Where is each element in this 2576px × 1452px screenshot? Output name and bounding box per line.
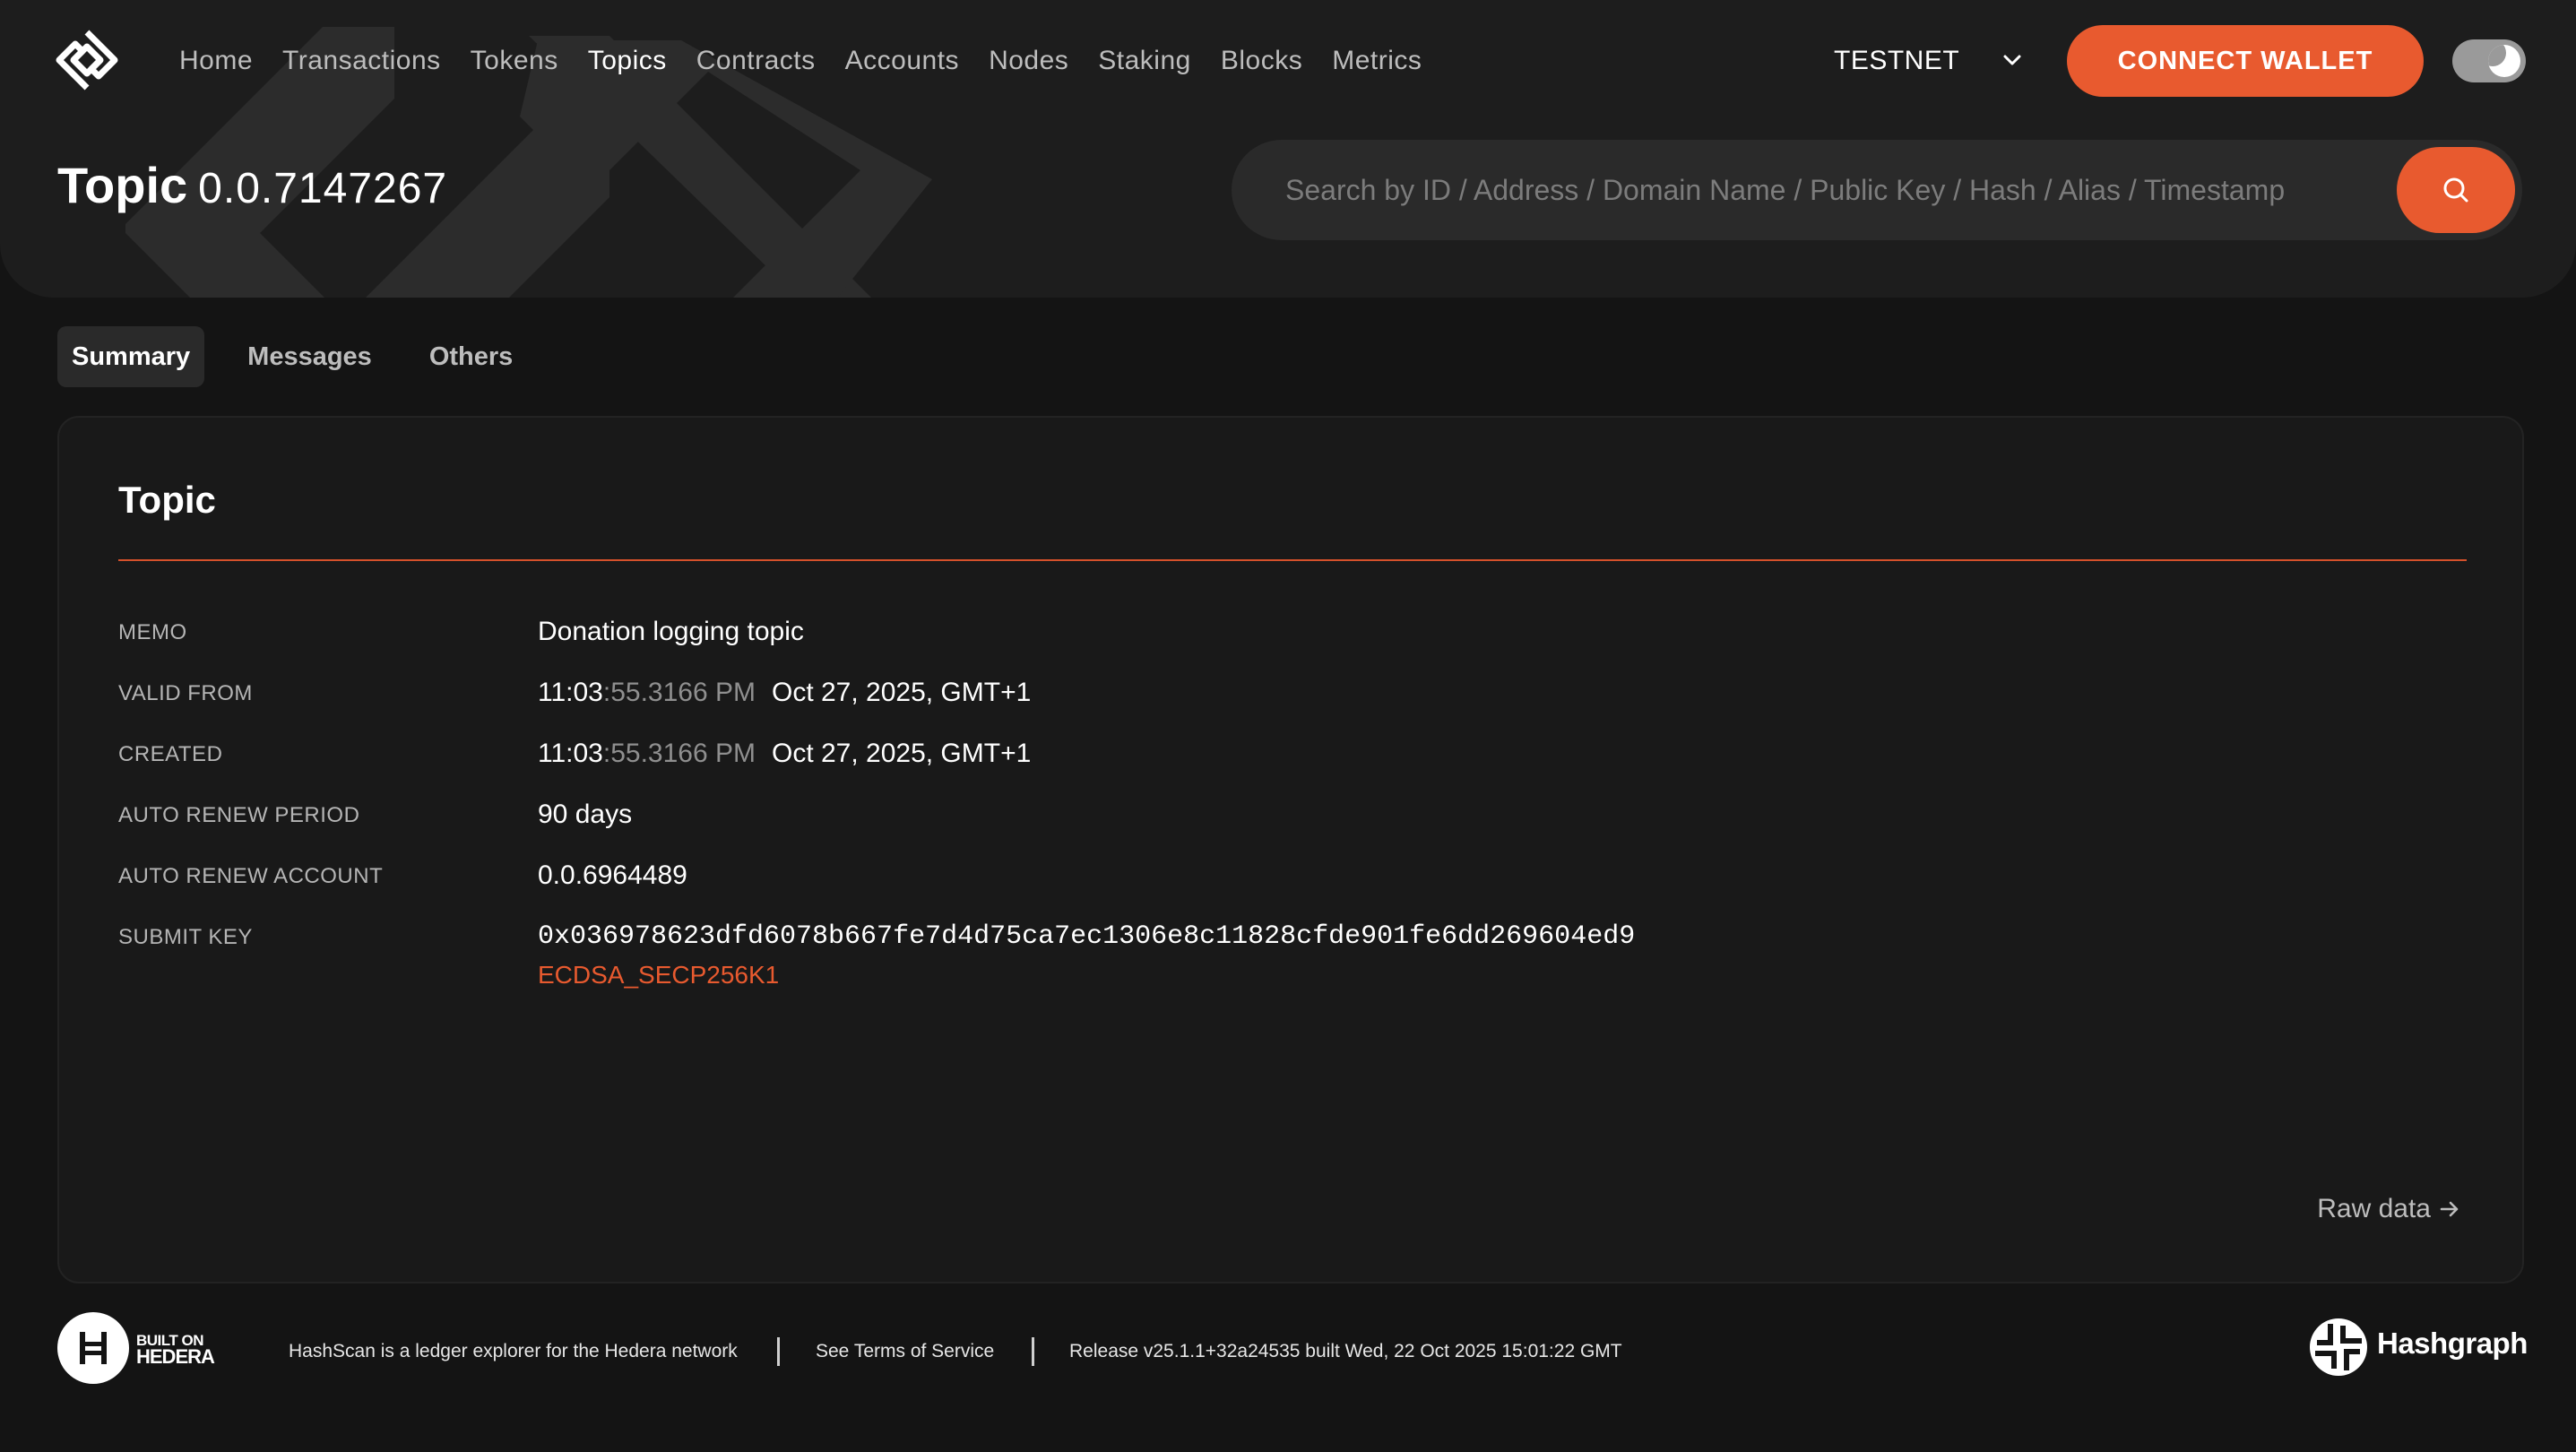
terms-link[interactable]: See Terms of Service xyxy=(816,1341,994,1362)
nav-staking[interactable]: Staking xyxy=(1098,39,1191,82)
topic-tabs: Summary Messages Others xyxy=(57,326,556,387)
card-title: Topic xyxy=(118,479,216,521)
tab-others[interactable]: Others xyxy=(415,326,527,387)
card-divider xyxy=(118,559,2467,561)
property-label: AUTO RENEW PERIOD xyxy=(118,803,360,827)
search-input[interactable] xyxy=(1285,140,2361,240)
property-label: CREATED xyxy=(118,742,223,766)
nav-topics[interactable]: Topics xyxy=(588,39,667,82)
auto-renew-account-link[interactable]: 0.0.6964489 xyxy=(538,860,687,891)
nav-nodes[interactable]: Nodes xyxy=(989,39,1068,82)
property-label: AUTO RENEW ACCOUNT xyxy=(118,864,384,888)
auto-renew-period-value: 90 days xyxy=(538,799,633,829)
network-selector[interactable]: TESTNET xyxy=(1834,39,1959,82)
time-fraction: :55.3166 PM xyxy=(602,678,756,707)
property-label: SUBMIT KEY xyxy=(118,925,253,949)
hashgraph-logo-icon[interactable] xyxy=(2309,1318,2368,1377)
property-label: VALID FROM xyxy=(118,681,253,705)
raw-data-label: Raw data xyxy=(2317,1194,2431,1223)
created-value: 11:03:55.3166 PM Oct 27, 2025, GMT+1 xyxy=(538,739,1031,769)
valid-from-value: 11:03:55.3166 PM Oct 27, 2025, GMT+1 xyxy=(538,678,1031,708)
time-main: 11:03 xyxy=(538,678,603,707)
nav-metrics[interactable]: Metrics xyxy=(1332,39,1422,82)
topic-id: 0.0.7147267 xyxy=(198,165,448,212)
page-title: Topic 0.0.7147267 xyxy=(57,154,447,220)
nav-contracts[interactable]: Contracts xyxy=(696,39,816,82)
time-fraction: :55.3166 PM xyxy=(602,739,756,768)
date-value: Oct 27, 2025, GMT+1 xyxy=(771,678,1032,707)
hedera-label: HEDERA xyxy=(136,1345,215,1368)
time-main: 11:03 xyxy=(538,739,603,768)
property-label: MEMO xyxy=(118,620,187,644)
page-title-label: Topic xyxy=(57,157,188,213)
key-type-badge: ECDSA_SECP256K1 xyxy=(538,961,780,989)
connect-wallet-button[interactable]: CONNECT WALLET xyxy=(2067,25,2424,97)
nav-home[interactable]: Home xyxy=(179,39,253,82)
search-button[interactable] xyxy=(2397,147,2515,233)
built-on-hedera-text: BUILT ON HEDERA xyxy=(136,1333,215,1368)
release-info: Release v25.1.1+32a24535 built Wed, 22 O… xyxy=(1069,1341,1622,1361)
chevron-down-icon[interactable] xyxy=(2001,50,2024,70)
submit-key-value: 0x036978623dfd6078b667fe7d4d75ca7ec1306e… xyxy=(538,921,1636,952)
nav-transactions[interactable]: Transactions xyxy=(282,39,441,82)
search-icon xyxy=(2443,177,2468,203)
moon-icon xyxy=(2488,45,2520,77)
topic-card: Topic MEMO Donation logging topic VALID … xyxy=(57,416,2524,1283)
footer-description: HashScan is a ledger explorer for the He… xyxy=(289,1341,738,1361)
tab-messages[interactable]: Messages xyxy=(233,326,386,387)
footer-divider xyxy=(1032,1337,1034,1366)
hedera-h-icon xyxy=(80,1332,107,1364)
hashscan-logo-icon[interactable] xyxy=(56,29,118,91)
arrow-right-icon xyxy=(2440,1201,2459,1217)
theme-toggle[interactable] xyxy=(2452,39,2526,82)
raw-data-link[interactable]: Raw data xyxy=(2317,1194,2461,1224)
main-nav: Home Transactions Tokens Topics Contract… xyxy=(179,39,1451,82)
nav-tokens[interactable]: Tokens xyxy=(471,39,558,82)
nav-accounts[interactable]: Accounts xyxy=(845,39,959,82)
header-band: Home Transactions Tokens Topics Contract… xyxy=(0,0,2576,298)
hashgraph-wordmark[interactable]: Hashgraph xyxy=(2377,1327,2528,1361)
search-bar xyxy=(1232,140,2522,240)
tab-summary[interactable]: Summary xyxy=(57,326,205,387)
hedera-logo-icon[interactable] xyxy=(57,1312,129,1384)
memo-value: Donation logging topic xyxy=(538,617,804,646)
date-value: Oct 27, 2025, GMT+1 xyxy=(771,739,1032,768)
nav-blocks[interactable]: Blocks xyxy=(1221,39,1302,82)
footer-divider xyxy=(777,1337,780,1366)
